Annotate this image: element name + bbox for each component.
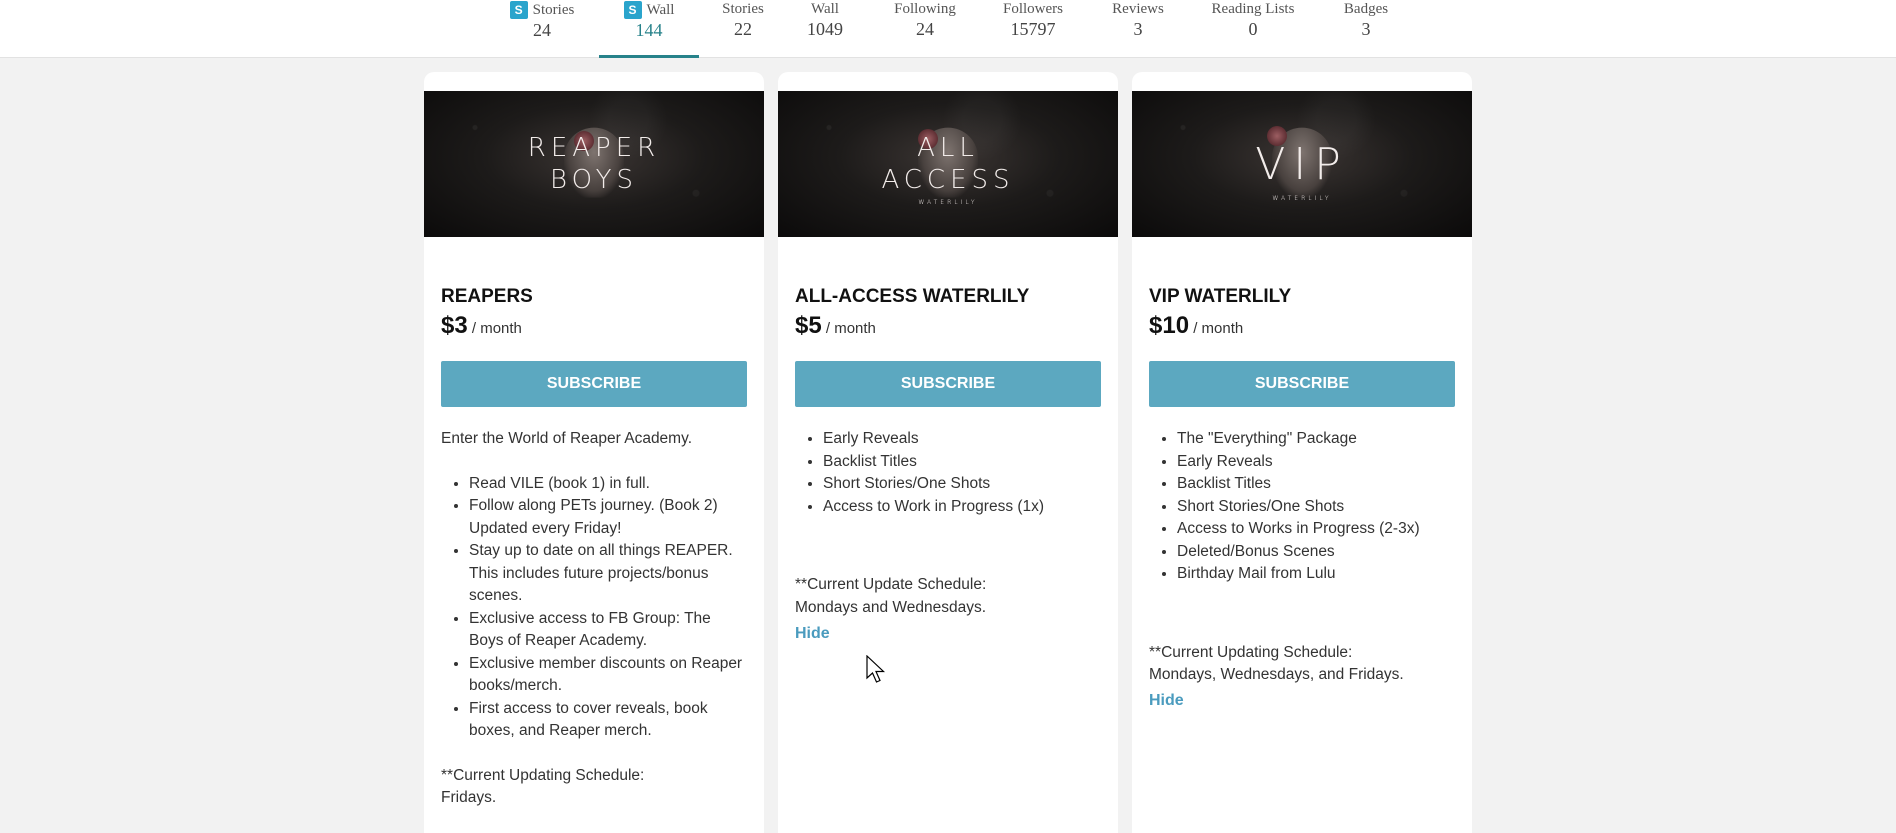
tab-stories[interactable]: Stories 22 (708, 0, 778, 58)
tab-count: 24 (533, 20, 551, 40)
list-item: Birthday Mail from Lulu (1177, 563, 1455, 586)
list-item: Access to Work in Progress (1x) (823, 496, 1101, 519)
subscribe-button[interactable]: SUBSCRIBE (795, 361, 1101, 407)
list-item: Access to Works in Progress (2-3x) (1177, 518, 1455, 541)
tier-card-vip: VIP WATERLILY VIP WATERLILY $10 / month … (1132, 72, 1472, 833)
banner-text-line1: REAPER (527, 133, 661, 163)
tab-count: 3 (1133, 19, 1143, 39)
list-item: Short Stories/One Shots (1177, 496, 1455, 519)
price-period: / month (471, 320, 522, 337)
tab-count: 15797 (1010, 19, 1056, 39)
mouse-cursor-icon (866, 655, 886, 683)
tab-count: 3 (1361, 19, 1371, 39)
tier-card-all-access: ALL ACCESS WATERLILY ALL-ACCESS WATERLIL… (778, 72, 1118, 833)
tab-count: 22 (734, 19, 752, 39)
list-item: Backlist Titles (1177, 473, 1455, 496)
list-item: First access to cover reveals, book boxe… (469, 698, 747, 743)
subscribe-button[interactable]: SUBSCRIBE (1149, 361, 1455, 407)
tier-price: $3 / month (441, 312, 522, 340)
premium-badge-icon: S (509, 1, 528, 19)
tier-description: The "Everything" Package Early Reveals B… (1149, 428, 1455, 687)
tier-banner-image: REAPER BOYS (424, 91, 764, 237)
banner-text-line2: ACCESS (881, 165, 1015, 195)
tab-label: Following (894, 1, 956, 17)
tier-title: REAPERS (441, 286, 533, 307)
tab-label: Wall (646, 1, 675, 18)
hide-link[interactable]: Hide (1149, 692, 1184, 710)
tier-price: $10 / month (1149, 312, 1243, 340)
tab-reviews[interactable]: Reviews 3 (1098, 0, 1178, 58)
list-item: Read VILE (book 1) in full. (469, 473, 747, 496)
tier-title: ALL-ACCESS WATERLILY (795, 286, 1030, 307)
profile-tab-bar: S Stories 24 S Wall 144 Stories 22 Wall 10… (0, 0, 1896, 58)
list-item: The "Everything" Package (1177, 428, 1455, 451)
tab-label: Reviews (1112, 1, 1164, 17)
schedule-heading: **Current Updating Schedule: (441, 766, 645, 784)
list-item: Stay up to date on all things REAPER. Th… (469, 540, 747, 608)
premium-badge-icon: S (623, 1, 642, 19)
perk-list: The "Everything" Package Early Reveals B… (1149, 428, 1455, 586)
tab-reading-lists[interactable]: Reading Lists 0 (1198, 0, 1308, 58)
tier-title: VIP WATERLILY (1149, 286, 1292, 307)
list-item: Exclusive access to FB Group: The Boys o… (469, 608, 747, 653)
perk-list: Read VILE (book 1) in full. Follow along… (441, 473, 747, 743)
list-item: Short Stories/One Shots (823, 473, 1101, 496)
price-amount: $10 (1149, 312, 1190, 339)
schedule-heading: **Current Update Schedule: (795, 576, 987, 593)
schedule-days: Fridays. (441, 789, 497, 806)
tab-stories-premium[interactable]: S Stories 24 (496, 0, 588, 58)
banner-text-line1: ALL (917, 133, 979, 163)
tier-banner-image: ALL ACCESS WATERLILY (778, 91, 1118, 237)
tier-price: $5 / month (795, 312, 876, 340)
schedule-days: Mondays, Wednesdays, and Fridays. (1149, 666, 1404, 683)
list-item: Deleted/Bonus Scenes (1177, 541, 1455, 564)
tab-following[interactable]: Following 24 (880, 0, 970, 58)
tab-wall-premium[interactable]: S Wall 144 (599, 0, 699, 58)
tier-description: Early Reveals Backlist Titles Short Stor… (795, 428, 1101, 619)
subscribe-button[interactable]: SUBSCRIBE (441, 361, 747, 407)
price-period: / month (825, 320, 876, 337)
tab-followers[interactable]: Followers 15797 (988, 0, 1078, 58)
tab-badges[interactable]: Badges 3 (1326, 0, 1406, 58)
hide-link[interactable]: Hide (795, 625, 830, 643)
banner-small-text: WATERLILY (1272, 195, 1332, 202)
tab-label: Wall (811, 1, 839, 17)
tier-banner-image: VIP WATERLILY (1132, 91, 1472, 237)
tab-count: 24 (916, 19, 934, 39)
tab-label: Reading Lists (1211, 1, 1295, 17)
tab-count: 0 (1248, 19, 1258, 39)
tier-intro: Enter the World of Reaper Academy. (441, 430, 692, 447)
tab-label: Stories (532, 1, 575, 18)
tab-count: 1049 (807, 19, 843, 39)
tab-wall[interactable]: Wall 1049 (790, 0, 860, 58)
tab-label: Followers (1003, 1, 1063, 17)
price-period: / month (1193, 320, 1244, 337)
perk-list: Early Reveals Backlist Titles Short Stor… (795, 428, 1101, 518)
tier-description: Enter the World of Reaper Academy. Read … (441, 428, 747, 810)
schedule-heading: **Current Updating Schedule: (1149, 643, 1353, 661)
price-amount: $5 (795, 312, 822, 339)
tier-card-reapers: REAPER BOYS REAPERS $3 / month SUBSCRIBE… (424, 72, 764, 833)
tab-count: 144 (635, 20, 663, 40)
list-item: Exclusive member discounts on Reaper boo… (469, 653, 747, 698)
list-item: Early Reveals (823, 428, 1101, 451)
schedule-days: Mondays and Wednesdays. (795, 598, 986, 616)
list-item: Early Reveals (1177, 451, 1455, 474)
banner-small-text: WATERLILY (918, 199, 978, 206)
tab-label: Badges (1343, 1, 1389, 17)
list-item: Follow along PETs journey. (Book 2) Upda… (469, 495, 747, 540)
price-amount: $3 (441, 312, 468, 339)
list-item: Backlist Titles (823, 451, 1101, 474)
active-tab-indicator (599, 55, 699, 58)
banner-text-line2: BOYS (550, 165, 638, 195)
banner-text-line1: VIP (1255, 139, 1349, 190)
tab-label: Stories (722, 1, 764, 17)
